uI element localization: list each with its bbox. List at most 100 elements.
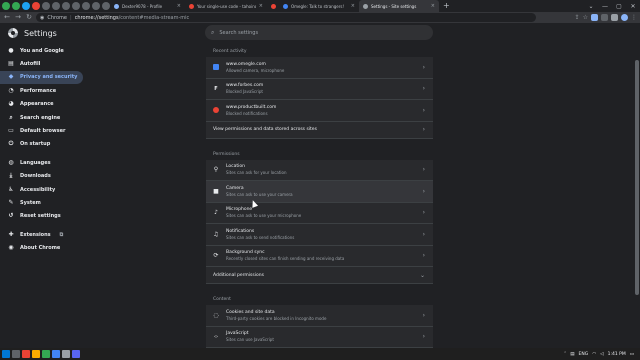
- app-icon[interactable]: [42, 350, 50, 358]
- tab-recording[interactable]: [267, 0, 279, 12]
- close-icon[interactable]: ×: [177, 3, 181, 9]
- sidebar-item-system[interactable]: ✎ System: [0, 196, 83, 209]
- sidebar-item-reset-settings[interactable]: ↺ Reset settings: [0, 210, 83, 223]
- pinned-tab-icon[interactable]: [2, 2, 10, 10]
- close-icon[interactable]: ×: [431, 3, 435, 9]
- sidebar-item-you-and-google[interactable]: ● You and Google: [0, 44, 83, 57]
- view-all-permissions-row[interactable]: View permissions and data stored across …: [206, 122, 433, 139]
- sidebar-item-label: Default browser: [20, 128, 66, 135]
- language-indicator[interactable]: ENG: [578, 352, 588, 357]
- puzzle-icon[interactable]: [611, 14, 618, 21]
- sidebar-item-default-browser[interactable]: ▭ Default browser: [0, 124, 83, 137]
- new-tab-button[interactable]: +: [439, 0, 454, 12]
- site-favicon-icon: F: [214, 85, 218, 92]
- address-bar[interactable]: ◉ Chrome | chrome://settings/content#med…: [36, 13, 536, 22]
- app-icon[interactable]: [22, 350, 30, 358]
- chevron-up-icon[interactable]: ˄: [564, 352, 566, 357]
- close-icon[interactable]: ×: [351, 3, 355, 9]
- download-icon: ⤓: [9, 172, 13, 180]
- sidebar-item-label: Privacy and security: [20, 74, 78, 81]
- notification-icon[interactable]: ▭: [630, 352, 634, 357]
- recent-site-row[interactable]: www.productbuilt.com Blocked notification…: [206, 100, 433, 122]
- sidebar-item-accessibility[interactable]: ♿ Accessibility: [0, 183, 83, 196]
- pinned-tab-icon[interactable]: [32, 2, 40, 10]
- recent-activity-heading: Recent activity: [213, 49, 247, 54]
- back-icon[interactable]: ←: [3, 12, 11, 23]
- additional-permissions-row[interactable]: Additional permissions ⌄: [206, 267, 433, 284]
- close-window-button[interactable]: ✕: [626, 3, 640, 10]
- recent-site-row[interactable]: F www.forbes.com Blocked JavaScript ›: [206, 79, 433, 100]
- tab-settings[interactable]: Settings - Site settings ×: [359, 0, 439, 12]
- search-input[interactable]: ⌕ Search settings: [205, 25, 433, 40]
- extension-icon[interactable]: [601, 14, 608, 21]
- sidebar-item-downloads[interactable]: ⤓ Downloads: [0, 170, 83, 183]
- permission-camera-row[interactable]: ■ Camera Sites can ask to use your camera…: [206, 181, 433, 203]
- tab-strip: Dexter9078 - Profile × Your single-use c…: [0, 0, 640, 12]
- chrome-logo-icon: [8, 28, 18, 38]
- permission-name: Notifications: [226, 228, 255, 234]
- app-icon[interactable]: [62, 350, 70, 358]
- folder-icon[interactable]: [32, 350, 40, 358]
- tab-favicon-icon: [114, 3, 119, 9]
- scrollbar-thumb[interactable]: [635, 60, 639, 295]
- content-cookies-row[interactable]: ◌ Cookies and site data Third-party cooki…: [206, 305, 433, 327]
- close-icon[interactable]: ×: [259, 3, 263, 9]
- sidebar-item-about-chrome[interactable]: ◉ About Chrome: [0, 241, 83, 254]
- pinned-tab-icon[interactable]: [52, 2, 60, 10]
- chevron-right-icon: ›: [422, 63, 425, 71]
- chevron-down-icon[interactable]: ⌄: [584, 3, 598, 10]
- site-description: Blocked notifications: [226, 110, 268, 116]
- speedometer-icon: ◔: [8, 86, 14, 94]
- star-icon[interactable]: ☆: [583, 14, 588, 21]
- sidebar-item-privacy[interactable]: ◆ Privacy and security: [0, 70, 83, 85]
- pinned-tab-icon[interactable]: [82, 2, 90, 10]
- permission-background-sync-row[interactable]: ⟳ Background sync Recently closed sites c…: [206, 246, 433, 267]
- avatar[interactable]: [621, 14, 628, 21]
- recent-site-row[interactable]: www.omegle.com Allowed camera, microphone…: [206, 57, 433, 79]
- minimize-button[interactable]: —: [598, 3, 612, 10]
- permission-microphone-row[interactable]: ♪ Microphone Sites can ask to use your mi…: [206, 203, 433, 224]
- app-icon[interactable]: [72, 350, 80, 358]
- pinned-tab-icon[interactable]: [92, 2, 100, 10]
- menu-icon[interactable]: ⋮: [631, 14, 637, 21]
- pinned-tab-icon[interactable]: [72, 2, 80, 10]
- sidebar-item-extensions[interactable]: ✚ Extensions ⧉: [0, 228, 83, 241]
- sidebar-item-autofill[interactable]: ▤ Autofill: [0, 57, 83, 70]
- pinned-tab-icon[interactable]: [102, 2, 110, 10]
- chevron-right-icon: ›: [422, 85, 425, 93]
- gear-icon: [363, 3, 368, 9]
- volume-icon[interactable]: ◁: [600, 352, 603, 357]
- permission-notifications-row[interactable]: ♫ Notifications Sites can ask to send not…: [206, 224, 433, 246]
- settings-sidebar: ● You and Google ▤ Autofill ◆ Privacy and s…: [0, 44, 190, 348]
- share-icon[interactable]: ⇪: [575, 14, 580, 21]
- content-heading: Content: [213, 297, 231, 302]
- forward-icon[interactable]: →: [14, 12, 22, 23]
- permission-location-row[interactable]: ⚲ Location Sites can ask for your locatio…: [206, 160, 433, 181]
- sidebar-item-label: Accessibility: [20, 186, 56, 193]
- sidebar-item-on-startup[interactable]: ⏻ On startup: [0, 138, 83, 151]
- content-javascript-row[interactable]: ‹› JavaScript Sites can use JavaScript ›: [206, 327, 433, 348]
- additional-permissions-label: Additional permissions: [213, 272, 264, 278]
- pinned-tab-icon[interactable]: [42, 2, 50, 10]
- tab-code[interactable]: Your single-use code - tahoinoki... ×: [185, 0, 267, 12]
- content-name: JavaScript: [226, 331, 249, 337]
- sidebar-item-languages[interactable]: ◍ Languages: [0, 156, 83, 169]
- sidebar-item-performance[interactable]: ◔ Performance: [0, 84, 83, 97]
- pinned-tab-icon[interactable]: [62, 2, 70, 10]
- sidebar-item-appearance[interactable]: ◕ Appearance: [0, 98, 83, 111]
- chrome-icon[interactable]: [52, 350, 60, 358]
- wifi-icon[interactable]: ◠: [592, 352, 596, 357]
- network-icon[interactable]: ▤: [570, 352, 574, 357]
- tab-omegle[interactable]: Omegle: Talk to strangers! ×: [279, 0, 359, 12]
- reload-icon[interactable]: ↻: [25, 12, 33, 23]
- clock[interactable]: 1:41 PM: [608, 352, 626, 357]
- windows-start-icon[interactable]: [2, 350, 10, 358]
- maximize-button[interactable]: ▢: [612, 3, 626, 10]
- extension-icon[interactable]: [591, 14, 598, 21]
- sidebar-item-search-engine[interactable]: ⌕ Search engine: [0, 111, 83, 124]
- tab-profile[interactable]: Dexter9078 - Profile ×: [110, 0, 185, 12]
- pinned-tab-icon[interactable]: [12, 2, 20, 10]
- pinned-tab-icon[interactable]: [22, 2, 30, 10]
- search-icon[interactable]: [12, 350, 20, 358]
- globe-icon: ◍: [8, 158, 14, 166]
